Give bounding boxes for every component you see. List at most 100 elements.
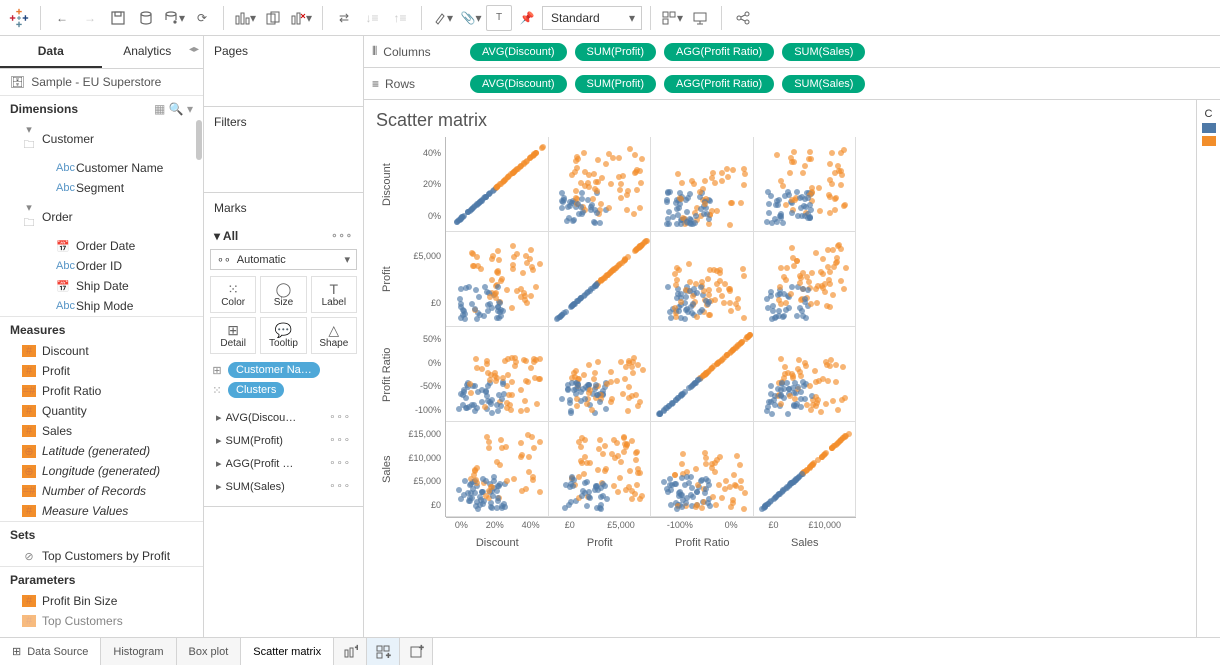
refresh-button[interactable]: ⟳	[189, 5, 215, 31]
clear-sheet-button[interactable]: ▾	[288, 5, 314, 31]
sheet-tab-scatter-matrix[interactable]: Scatter matrix	[241, 638, 334, 665]
text-table-button[interactable]: T	[486, 5, 512, 31]
datasource-row[interactable]: 🗄 Sample - EU Superstore	[0, 69, 203, 96]
new-worksheet-tab[interactable]: +	[334, 638, 367, 665]
cell-3-3[interactable]	[754, 422, 857, 517]
cell-2-0[interactable]	[446, 327, 549, 422]
pill-customer-name[interactable]: Customer Na…	[228, 362, 320, 378]
cell-2-3[interactable]	[754, 327, 857, 422]
data-tab[interactable]: Data	[0, 36, 102, 68]
marks-avg-discount[interactable]: ▸AVG(Discou…∘∘∘	[210, 406, 357, 429]
meas-profit-ratio[interactable]: =#Profit Ratio	[0, 381, 203, 401]
marks-sum-profit[interactable]: ▸SUM(Profit)∘∘∘	[210, 429, 357, 452]
new-data-source-button[interactable]	[133, 5, 159, 31]
mark-shape[interactable]: △Shape	[311, 317, 357, 354]
meas-profit[interactable]: #Profit	[0, 361, 203, 381]
dimensions-tools[interactable]: ▦ 🔍 ▾	[154, 102, 193, 116]
back-button[interactable]: ←	[49, 5, 75, 31]
rows-shelf[interactable]: ≡Rows AVG(Discount) SUM(Profit) AGG(Prof…	[364, 68, 1220, 100]
meas-discount[interactable]: #Discount	[0, 341, 203, 361]
new-worksheet-button[interactable]: ▾	[232, 5, 258, 31]
sort-asc-button[interactable]: ↓≡	[359, 5, 385, 31]
sort-desc-button[interactable]: ↑≡	[387, 5, 413, 31]
group-button[interactable]: 📎▾	[458, 5, 484, 31]
meas-sales[interactable]: #Sales	[0, 421, 203, 441]
meas-measure-values[interactable]: #Measure Values	[0, 501, 203, 521]
mark-color[interactable]: ⁙Color	[210, 276, 256, 313]
col-pill-profit[interactable]: SUM(Profit)	[575, 43, 656, 61]
cell-0-1[interactable]	[549, 137, 652, 232]
row-pill-discount[interactable]: AVG(Discount)	[470, 75, 567, 93]
mark-label[interactable]: TLabel	[311, 276, 357, 313]
cell-1-2[interactable]	[651, 232, 754, 327]
viz-area[interactable]: Scatter matrix Discount40%20%0%Profit£5,…	[364, 100, 1196, 637]
swap-button[interactable]: ⇄	[331, 5, 357, 31]
legend-swatch-blue[interactable]	[1202, 123, 1216, 133]
mark-tooltip[interactable]: 💬Tooltip	[260, 317, 306, 354]
param-profit-bin-size[interactable]: #Profit Bin Size	[0, 591, 203, 611]
legend-panel[interactable]: C	[1196, 100, 1220, 637]
presentation-mode-button[interactable]	[687, 5, 713, 31]
columns-shelf[interactable]: ⦀Columns AVG(Discount) SUM(Profit) AGG(P…	[364, 36, 1220, 68]
dim-folder-customer[interactable]: ▾ 🗀Customer	[0, 120, 203, 158]
dim-segment[interactable]: AbcSegment	[0, 178, 203, 198]
show-me-cards-button[interactable]: ▾	[659, 5, 685, 31]
dim-folder-order[interactable]: ▾ 🗀Order	[0, 198, 203, 236]
mark-detail[interactable]: ⊞Detail	[210, 317, 256, 354]
cell-3-1[interactable]	[549, 422, 652, 517]
param-top-customers[interactable]: #Top Customers	[0, 611, 203, 631]
meas-latitude[interactable]: ⊕Latitude (generated)	[0, 441, 203, 461]
highlight-button[interactable]: ▾	[430, 5, 456, 31]
meas-num-records[interactable]: =#Number of Records	[0, 481, 203, 501]
col-pill-discount[interactable]: AVG(Discount)	[470, 43, 567, 61]
marks-all-toggle[interactable]: ▾ All∘∘∘	[210, 223, 357, 249]
pages-shelf[interactable]: Pages	[204, 36, 363, 66]
cell-3-2[interactable]	[651, 422, 754, 517]
cell-2-1[interactable]	[549, 327, 652, 422]
field-scrollbar[interactable]	[196, 120, 202, 160]
cell-0-0[interactable]	[446, 137, 549, 232]
sheet-tab-box-plot[interactable]: Box plot	[177, 638, 242, 665]
dim-order-id[interactable]: AbcOrder ID	[0, 256, 203, 276]
meas-longitude[interactable]: ⊕Longitude (generated)	[0, 461, 203, 481]
new-story-tab[interactable]: +	[400, 638, 433, 665]
new-dashboard-tab[interactable]: +	[367, 638, 400, 665]
legend-swatch-orange[interactable]	[1202, 136, 1216, 146]
cell-2-2[interactable]	[651, 327, 754, 422]
set-top-customers[interactable]: ⊘Top Customers by Profit	[0, 546, 203, 566]
cell-0-2[interactable]	[651, 137, 754, 232]
filters-shelf[interactable]: Filters	[204, 107, 363, 137]
row-pill-profit[interactable]: SUM(Profit)	[575, 75, 656, 93]
meas-quantity[interactable]: #Quantity	[0, 401, 203, 421]
dim-customer-name[interactable]: AbcCustomer Name	[0, 158, 203, 178]
cell-0-3[interactable]	[754, 137, 857, 232]
mark-type-select[interactable]: ∘∘Automatic	[210, 249, 357, 270]
viz-title[interactable]: Scatter matrix	[376, 110, 1184, 131]
save-button[interactable]	[105, 5, 131, 31]
pill-clusters[interactable]: Clusters	[228, 382, 284, 398]
col-pill-sales[interactable]: SUM(Sales)	[782, 43, 865, 61]
sheet-tab-histogram[interactable]: Histogram	[101, 638, 176, 665]
col-pill-profit-ratio[interactable]: AGG(Profit Ratio)	[664, 43, 774, 61]
dim-order-date[interactable]: 📅Order Date	[0, 236, 203, 256]
fit-select[interactable]: Standard	[542, 6, 642, 30]
row-pill-profit-ratio[interactable]: AGG(Profit Ratio)	[664, 75, 774, 93]
mark-size[interactable]: ◯Size	[260, 276, 306, 313]
row-pill-sales[interactable]: SUM(Sales)	[782, 75, 865, 93]
cell-1-1[interactable]	[549, 232, 652, 327]
duplicate-sheet-button[interactable]	[260, 5, 286, 31]
cell-1-0[interactable]	[446, 232, 549, 327]
forward-button[interactable]: →	[77, 5, 103, 31]
marks-sum-sales[interactable]: ▸SUM(Sales)∘∘∘	[210, 475, 357, 498]
pin-button[interactable]: 📌	[514, 5, 540, 31]
data-source-tab[interactable]: ⊞Data Source	[0, 638, 101, 665]
share-button[interactable]	[730, 5, 756, 31]
fields-scroll[interactable]: ▾ 🗀Customer AbcCustomer Name AbcSegment …	[0, 120, 203, 637]
pause-auto-updates-button[interactable]: ▾	[161, 5, 187, 31]
dim-ship-date[interactable]: 📅Ship Date	[0, 276, 203, 296]
analytics-tab[interactable]: Analytics◂▸	[102, 36, 204, 68]
marks-agg-profit-ratio[interactable]: ▸AGG(Profit …∘∘∘	[210, 452, 357, 475]
cell-3-0[interactable]	[446, 422, 549, 517]
dim-ship-mode[interactable]: AbcShip Mode	[0, 296, 203, 316]
cell-1-3[interactable]	[754, 232, 857, 327]
